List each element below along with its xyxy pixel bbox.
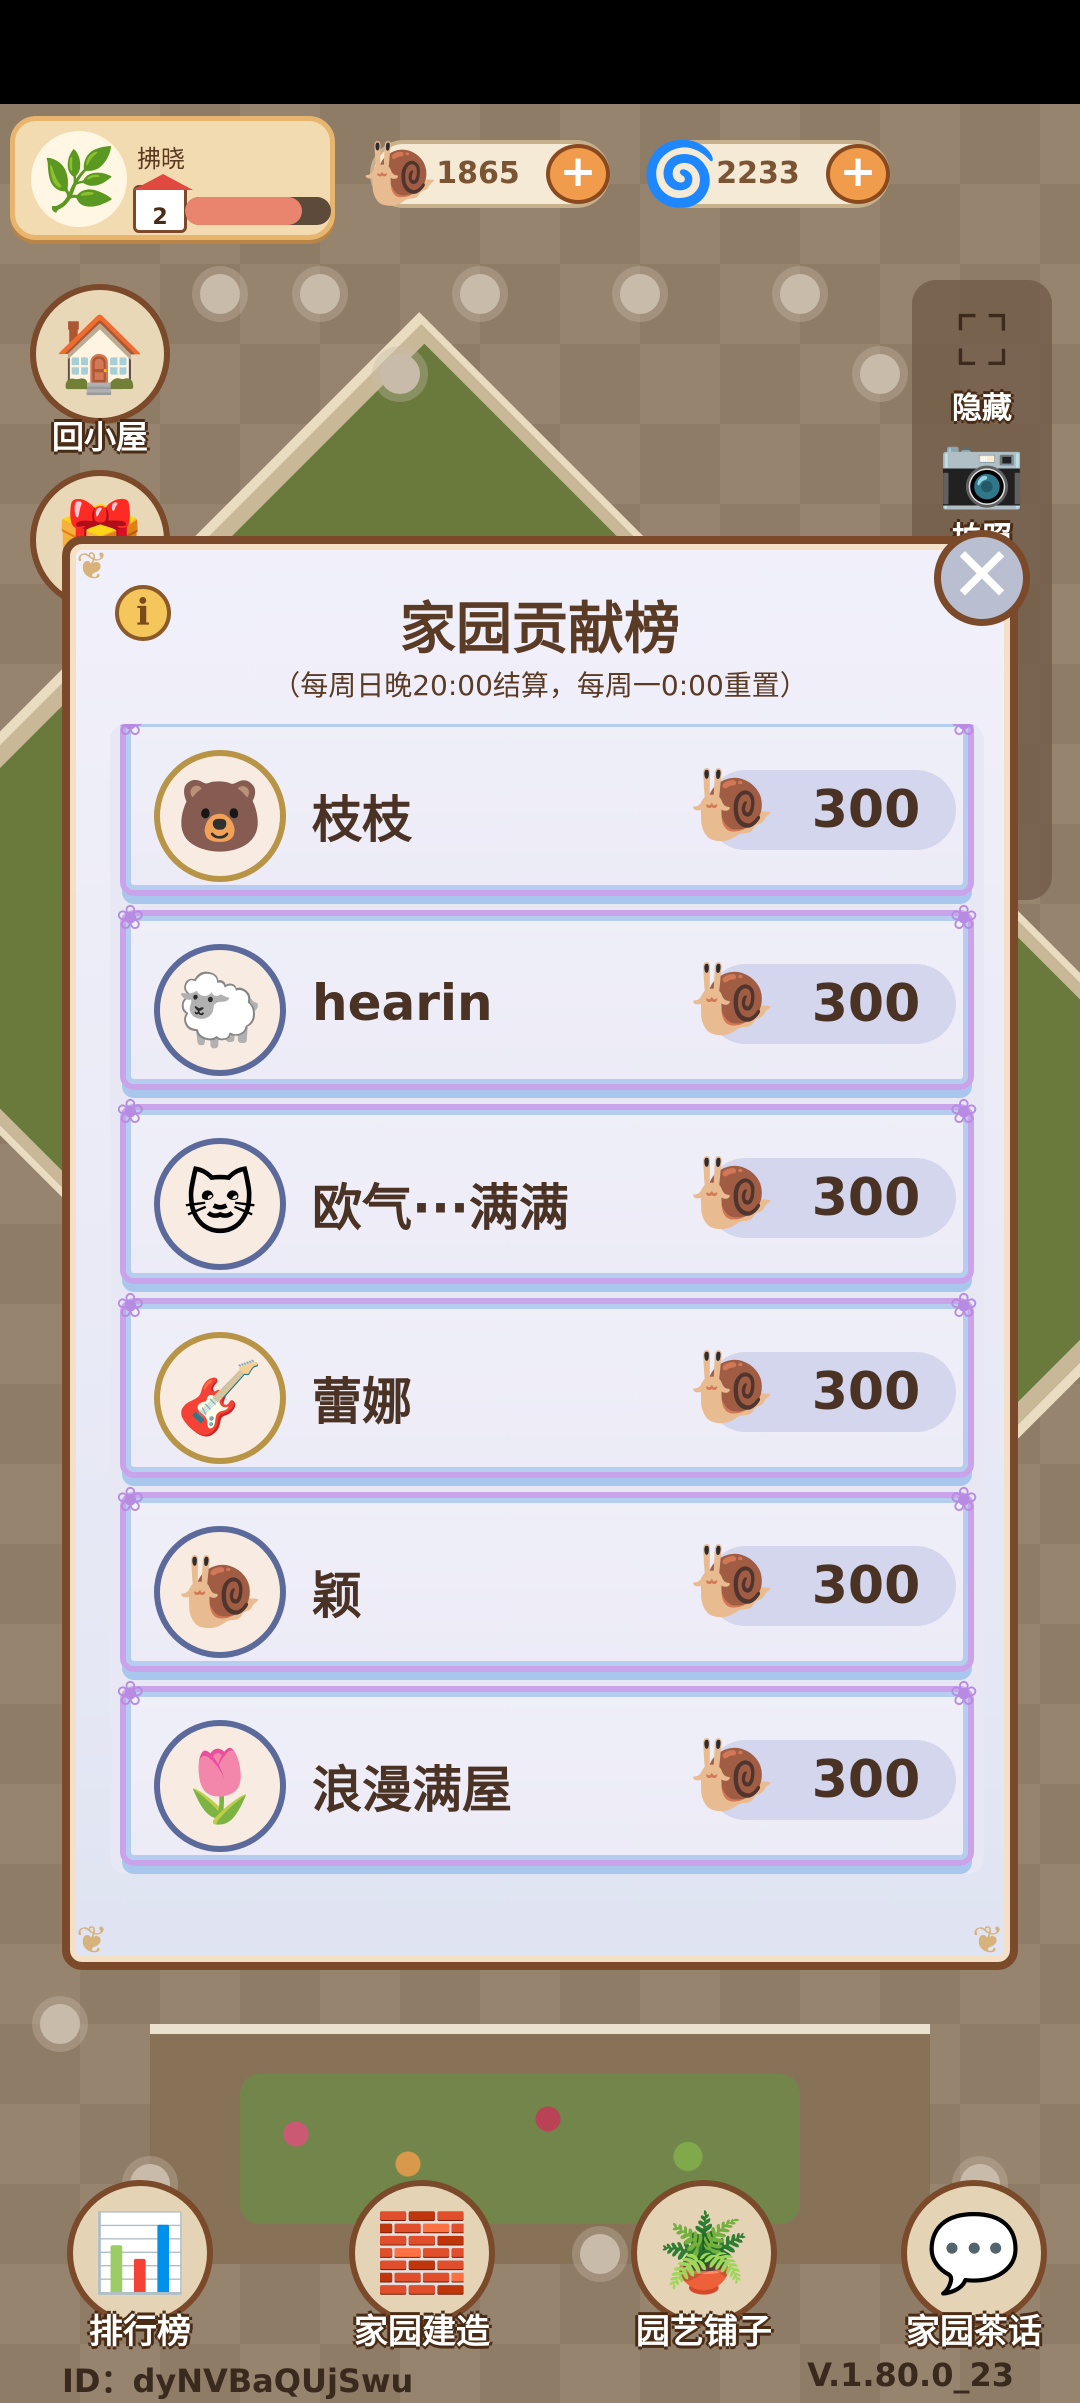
close-modal-button[interactable]: ✕ (934, 530, 1030, 626)
player-name: 拂晓 (137, 145, 185, 173)
contribution-score: 300 (811, 974, 921, 1034)
sun-decoration-icon (620, 274, 660, 314)
snail-coin-icon: 🐌 (688, 1346, 776, 1428)
snail-coin-value: 1865 (436, 156, 520, 191)
sun-decoration-icon (40, 2004, 80, 2044)
player-name: 颖 (312, 1567, 362, 1625)
nav-label: 园艺铺子 (636, 2312, 772, 2352)
player-name: 蕾娜 (312, 1373, 412, 1431)
sun-decoration-icon (380, 354, 420, 394)
nav-label: 家园茶话 (906, 2312, 1042, 2352)
add-snail-coin-button[interactable]: + (546, 144, 610, 204)
home-button[interactable]: 🏠 回小屋 (30, 284, 170, 458)
ranking-row[interactable]: 🐑 hearin 🐌 300 (116, 898, 978, 1090)
white-cat-avatar-icon: 🐱 (154, 1138, 286, 1270)
player-id: ID：dyNVBaQUjSwu (62, 2362, 414, 2400)
player-name: 浪漫满屋 (312, 1761, 512, 1819)
snail-coin-icon: 🐌 (688, 958, 776, 1040)
ranking-row[interactable]: 🎸 蕾娜 🐌 300 (116, 1286, 978, 1478)
level-progress-fill (185, 197, 302, 225)
snail-coin-icon: 🐌 (688, 1152, 776, 1234)
ranking-row[interactable]: 🐻 枝枝 🐌 300 (116, 724, 978, 896)
leaf-avatar-icon: 🌿 (31, 131, 127, 227)
camera-icon: 📷 (938, 430, 1026, 512)
snail-coin-icon: 🐌 (688, 1734, 776, 1816)
nav-leaderboard[interactable]: 📊 排行榜 (40, 2180, 240, 2353)
nav-label: 排行榜 (89, 2312, 191, 2352)
player-name: hearin (312, 974, 493, 1032)
corner-ornament-icon: ❦ (76, 1918, 108, 1962)
contribution-ranking-modal: ❦ ❦ ❦ i 家园贡献榜 （每周日晚20:00结算，每周一0:00重置） 🐻 … (62, 536, 1018, 1970)
sun-decoration-icon (200, 274, 240, 314)
modal-title: 家园贡献榜 (400, 597, 680, 662)
nav-gardening-shop[interactable]: 🪴 园艺铺子 (604, 2180, 804, 2353)
tulip-avatar-icon: 🌷 (154, 1720, 286, 1852)
house-icon: 🏠 (30, 284, 170, 424)
corner-ornament-icon: ❦ (972, 1918, 1004, 1962)
snail-coin-icon: 🐌 (688, 1540, 776, 1622)
level-badge: 2 (133, 174, 193, 233)
hide-label: 隐藏 (952, 391, 1012, 426)
player-profile-card[interactable]: 🌿 拂晓 2 (10, 116, 335, 240)
contribution-score: 300 (811, 1556, 921, 1616)
ranking-list[interactable]: 🐻 枝枝 🐌 300 🐑 hearin 🐌 300 🐱 欧气···满满 🐌 30… (110, 724, 984, 1874)
ranking-row[interactable]: 🐌 颖 🐌 300 (116, 1480, 978, 1672)
corner-ornament-icon: ❦ (76, 544, 108, 588)
sheep-avatar-icon: 🐑 (154, 944, 286, 1076)
sheep-guitar-avatar-icon: 🎸 (154, 1332, 286, 1464)
app-version: V.1.80.0_23 (807, 2356, 1014, 2394)
home-label: 回小屋 (51, 418, 148, 456)
sun-decoration-icon (860, 354, 900, 394)
contribution-score: 300 (811, 780, 921, 840)
sun-decoration-icon (460, 274, 500, 314)
modal-subtitle: （每周日晚20:00结算，每周一0:00重置） (272, 669, 808, 702)
nav-label: 家园建造 (354, 2312, 490, 2352)
hide-button[interactable]: ⛶ 隐藏 (912, 300, 1052, 427)
sun-decoration-icon (780, 274, 820, 314)
gem-counter: 🌀 2233 + (641, 137, 890, 210)
bear-avatar-icon: 🐻 (154, 750, 286, 882)
contribution-score: 300 (811, 1750, 921, 1810)
add-gem-button[interactable]: + (826, 144, 890, 204)
snail-avatar-icon: 🐌 (154, 1526, 286, 1658)
gem-value: 2233 (716, 156, 800, 191)
level-progress-bar (185, 197, 331, 225)
contribution-score: 300 (811, 1168, 921, 1228)
snail-coin-icon: 🐌 (688, 764, 776, 846)
player-name: 枝枝 (312, 791, 412, 849)
nav-garden-chat[interactable]: 💬 家园茶话 (874, 2180, 1074, 2353)
contribution-score: 300 (811, 1362, 921, 1422)
garden-lower-area (150, 2024, 930, 2264)
player-name: 欧气···满满 (312, 1179, 569, 1237)
snail-coin-counter: 🐌 1865 + (361, 137, 610, 210)
sun-decoration-icon (300, 274, 340, 314)
ranking-row[interactable]: 🌷 浪漫满屋 🐌 300 (116, 1674, 978, 1866)
nav-garden-build[interactable]: 🧱 家园建造 (322, 2180, 522, 2353)
ranking-row[interactable]: 🐱 欧气···满满 🐌 300 (116, 1092, 978, 1284)
frame-hide-icon: ⛶ (957, 300, 1007, 382)
